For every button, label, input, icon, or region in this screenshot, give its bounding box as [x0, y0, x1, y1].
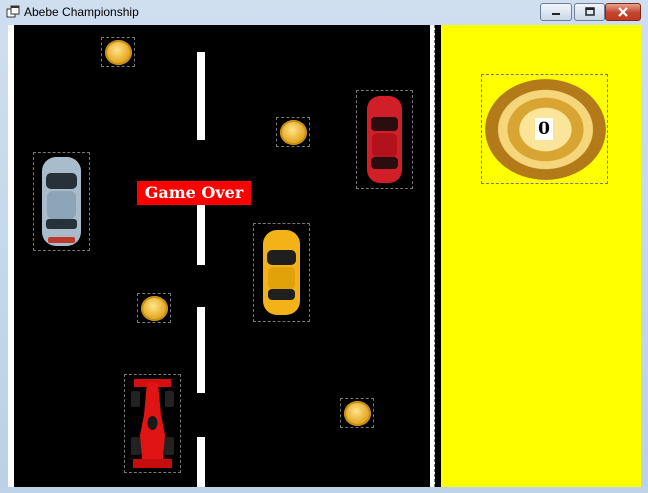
silver-car-icon: [42, 157, 81, 246]
title-bar[interactable]: Abebe Championship: [0, 0, 648, 25]
game-over-label: Game Over: [137, 181, 251, 205]
red-car-icon: [367, 96, 402, 183]
coin-icon: [105, 40, 132, 65]
maximize-icon: [575, 4, 604, 20]
medal-sprite: 0: [481, 74, 608, 184]
game-area[interactable]: Game Over 0: [8, 25, 641, 487]
minimize-icon: [541, 4, 571, 20]
road: Game Over: [8, 25, 435, 487]
score-value: 0: [535, 118, 553, 140]
red-car-sprite: [356, 90, 413, 189]
coin-icon: [344, 401, 371, 426]
score-panel: 0: [441, 25, 641, 487]
close-icon: [606, 4, 640, 20]
coin-sprite: [137, 293, 171, 323]
silver-car-sprite: [33, 152, 90, 251]
coin-icon: [141, 296, 168, 321]
coin-icon: [280, 120, 307, 145]
race-car-icon: [131, 379, 174, 468]
road-edge-right: [430, 25, 435, 487]
yellow-car-sprite: [253, 223, 310, 322]
lane-marker: [197, 205, 205, 265]
lane-marker: [197, 307, 205, 393]
maximize-button[interactable]: [574, 3, 605, 21]
app-window-icon: [6, 5, 20, 18]
lane-marker: [197, 52, 205, 140]
minimize-button[interactable]: [540, 3, 572, 21]
coin-sprite: [276, 117, 310, 147]
game-window: Abebe Championship Game Over 0: [0, 0, 648, 493]
close-button[interactable]: [605, 3, 641, 21]
yellow-car-icon: [263, 230, 300, 315]
coin-sprite: [340, 398, 374, 428]
window-bottom-border: [0, 487, 648, 493]
coin-sprite: [101, 37, 135, 67]
lane-marker: [197, 437, 205, 487]
road-edge-left: [8, 25, 14, 487]
window-title: Abebe Championship: [24, 5, 139, 19]
race-car-sprite[interactable]: [124, 374, 181, 473]
